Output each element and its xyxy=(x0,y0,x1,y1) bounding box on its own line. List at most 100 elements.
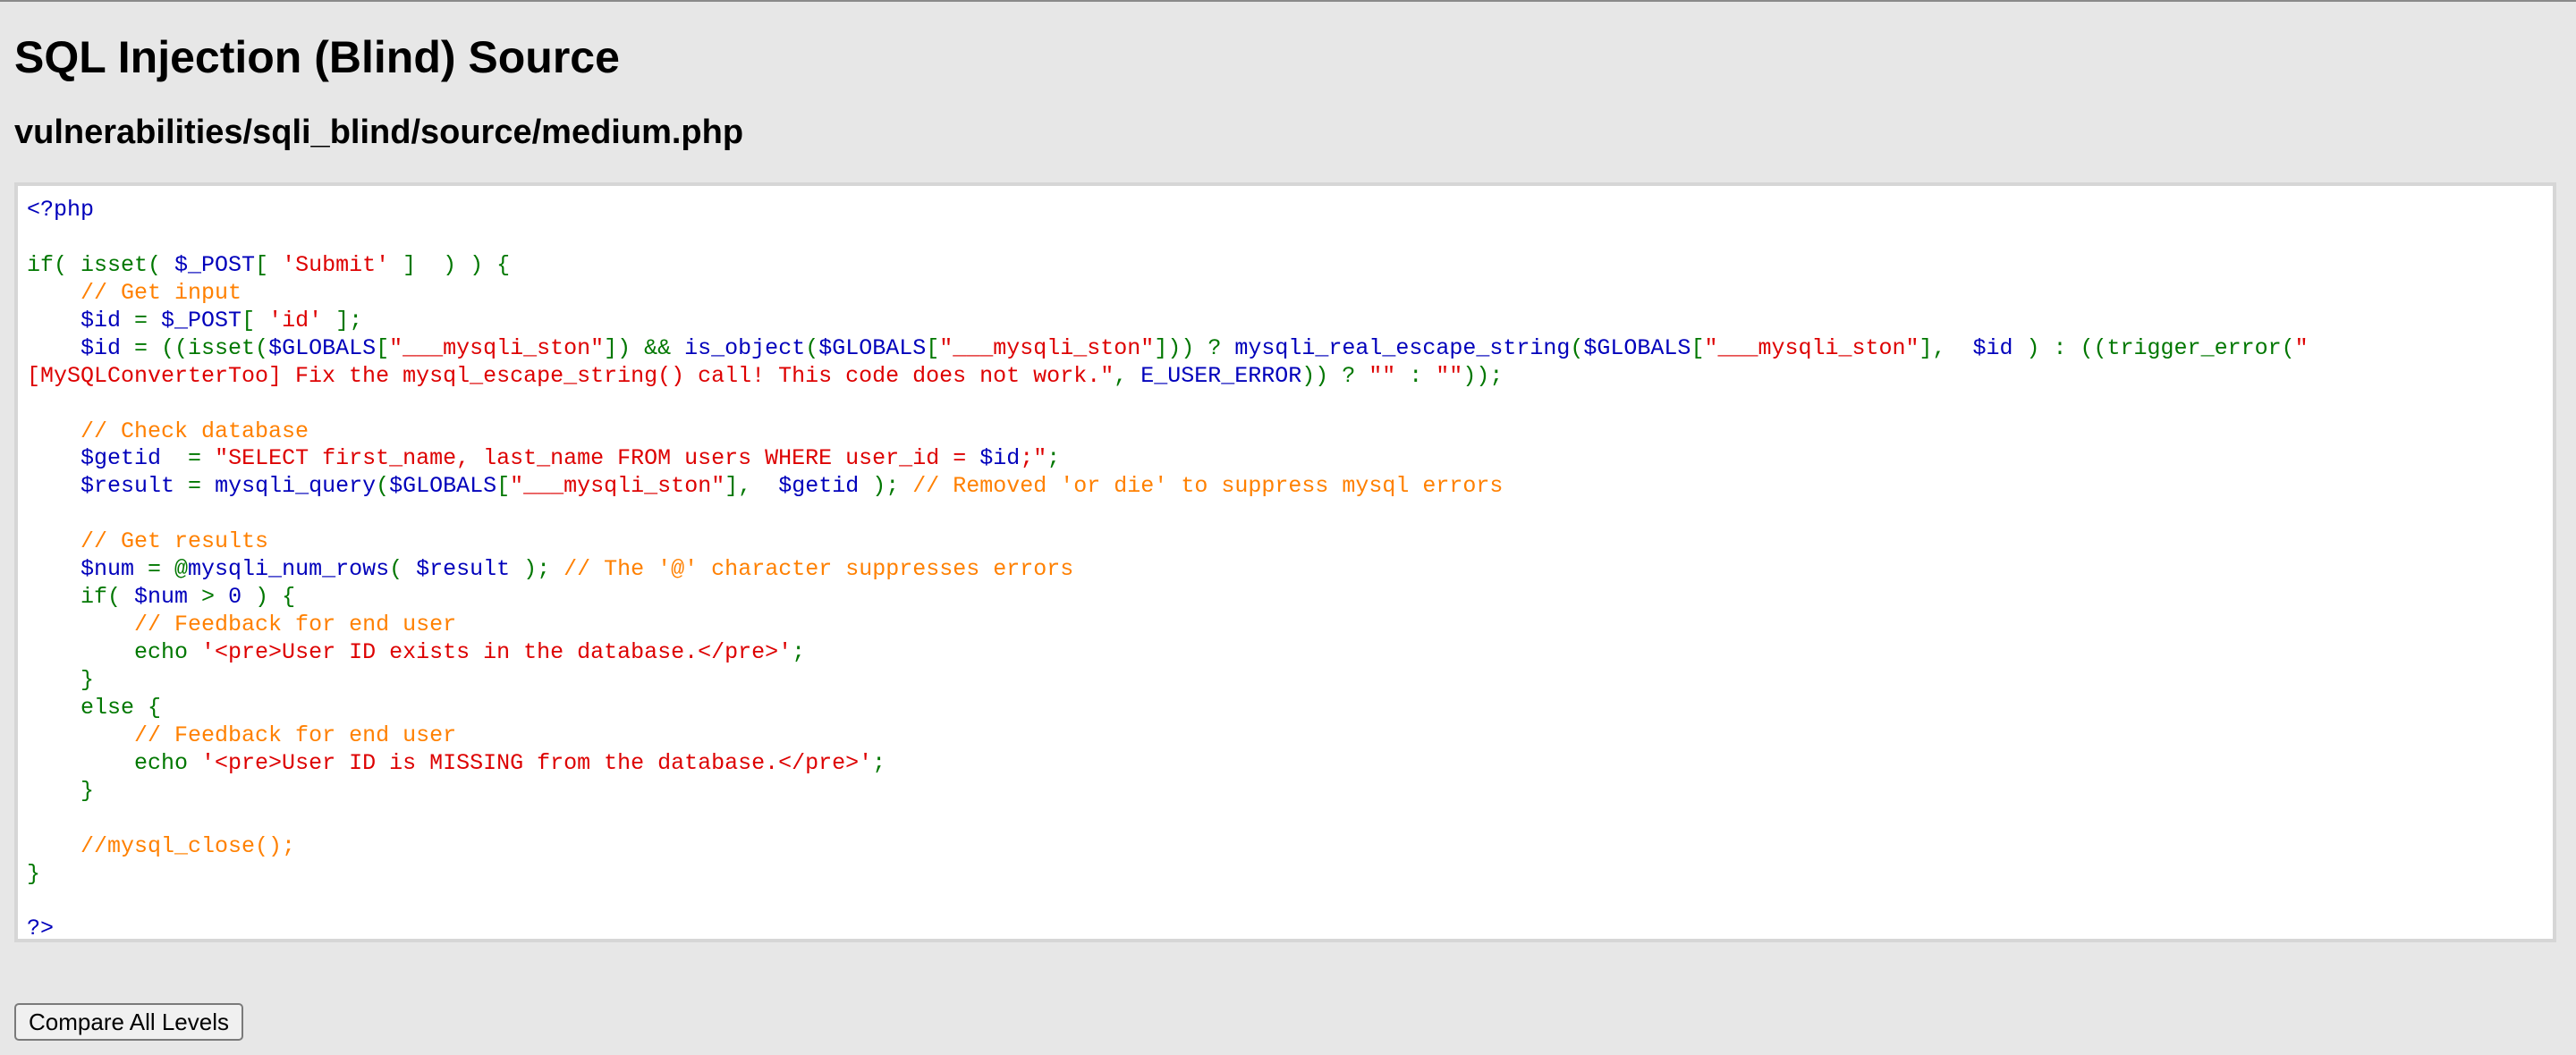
code-identifier: <?php xyxy=(27,197,95,223)
code-line: // Feedback for end user xyxy=(27,722,2544,750)
code-line: } xyxy=(27,667,2544,695)
code-string: '<pre>User ID is MISSING from the databa… xyxy=(201,749,873,776)
code-keyword xyxy=(27,308,80,333)
code-line: } xyxy=(27,778,2544,806)
code-line: // Get results xyxy=(27,528,2544,556)
code-line: if( $num > 0 ) { xyxy=(27,584,2544,612)
code-identifier: $id xyxy=(979,445,1021,472)
code-keyword: } xyxy=(27,860,41,887)
code-line: // Feedback for end user xyxy=(27,612,2544,639)
code-identifier: $getid xyxy=(778,473,873,500)
code-keyword: } xyxy=(27,777,95,804)
code-identifier: $GLOBALS xyxy=(818,334,927,361)
code-keyword: ] ) ) { xyxy=(389,251,511,278)
code-line: <?php xyxy=(27,197,2544,224)
code-line: // Get input xyxy=(27,280,2544,308)
code-keyword: ; xyxy=(1046,445,1061,472)
code-keyword: ) { xyxy=(255,584,296,611)
page-title: SQL Injection (Blind) Source xyxy=(14,32,620,82)
code-keyword xyxy=(27,528,80,554)
code-line: ?> xyxy=(27,916,2544,939)
code-line: echo '<pre>User ID exists in the databas… xyxy=(27,639,2544,667)
code-keyword xyxy=(27,833,80,859)
code-comment: // Feedback for end user xyxy=(134,612,457,638)
code-identifier: $_POST xyxy=(161,307,242,333)
source-file-path: vulnerabilities/sqli_blind/source/medium… xyxy=(14,114,744,151)
code-keyword xyxy=(27,445,80,471)
code-identifier: is_object xyxy=(684,334,806,361)
code-comment: // The '@' character suppresses errors xyxy=(564,556,1074,583)
code-keyword: [ xyxy=(376,334,390,361)
code-keyword: [ xyxy=(496,473,511,500)
code-string: "___mysqli_ston" xyxy=(389,334,605,361)
compare-all-levels-button[interactable]: Compare All Levels xyxy=(14,1003,243,1041)
code-identifier: mysqli_num_rows xyxy=(188,556,390,583)
code-keyword: ); xyxy=(872,473,913,500)
code-identifier: $id xyxy=(1972,334,2027,361)
source-code-panel: <?php if( isset( $_POST[ 'Submit' ] ) ) … xyxy=(14,182,2556,942)
code-string: '<pre>User ID exists in the database.</p… xyxy=(201,639,792,665)
code-line: $result = mysqli_query($GLOBALS["___mysq… xyxy=(27,473,2544,501)
code-line: [MySQLConverterToo] Fix the mysql_escape… xyxy=(27,363,2544,391)
code-keyword: echo xyxy=(27,639,202,665)
code-keyword: [ xyxy=(926,334,940,361)
code-identifier: mysqli_query xyxy=(215,473,377,500)
code-line: $num = @mysqli_num_rows( $result ); // T… xyxy=(27,556,2544,584)
code-keyword: ], xyxy=(1919,334,1973,361)
code-string: "___mysqli_ston" xyxy=(939,334,1155,361)
code-string: [MySQLConverterToo] Fix the mysql_escape… xyxy=(27,362,1114,389)
code-keyword: [ xyxy=(255,251,283,278)
code-keyword: } xyxy=(27,666,95,693)
code-keyword: : xyxy=(1395,362,1436,389)
code-identifier: $id xyxy=(80,307,135,333)
code-line: $id = ((isset($GLOBALS["___mysqli_ston"]… xyxy=(27,335,2544,363)
code-keyword: [ xyxy=(1690,334,1705,361)
code-keyword: ; xyxy=(792,639,806,665)
source-code: <?php if( isset( $_POST[ 'Submit' ] ) ) … xyxy=(27,197,2544,939)
code-string: " xyxy=(2294,334,2309,361)
code-comment: // Feedback for end user xyxy=(134,722,457,748)
code-keyword: ( xyxy=(1570,334,1584,361)
code-line: else { xyxy=(27,695,2544,722)
code-comment: // Get input xyxy=(80,279,242,306)
code-identifier: $result xyxy=(416,556,524,583)
code-keyword: = ((isset( xyxy=(134,334,269,361)
code-keyword xyxy=(27,722,134,748)
code-identifier: E_USER_ERROR xyxy=(1140,362,1302,389)
code-identifier: $id xyxy=(80,334,135,361)
code-string: "___mysqli_ston" xyxy=(510,473,725,500)
code-keyword: = xyxy=(188,473,216,500)
code-identifier: $GLOBALS xyxy=(1583,334,1691,361)
code-keyword: = xyxy=(134,307,162,333)
code-identifier: $result xyxy=(80,473,189,500)
code-identifier: $GLOBALS xyxy=(268,334,377,361)
code-keyword: ; xyxy=(872,749,886,776)
code-keyword: = xyxy=(188,445,216,472)
code-identifier: $GLOBALS xyxy=(389,473,497,500)
code-keyword: else { xyxy=(27,694,162,721)
code-keyword: ( xyxy=(376,473,390,500)
code-keyword: ])) ? xyxy=(1154,334,1235,361)
code-comment: // Get results xyxy=(80,528,269,555)
code-string: "" xyxy=(1436,362,1463,389)
code-identifier: 0 xyxy=(228,584,256,611)
code-identifier: $num xyxy=(80,556,148,583)
code-line: } xyxy=(27,861,2544,889)
code-keyword: = @ xyxy=(148,556,189,583)
code-keyword: ); xyxy=(523,556,564,583)
code-string: ;" xyxy=(1020,445,1047,472)
code-string: "___mysqli_ston" xyxy=(1704,334,1919,361)
code-keyword: > xyxy=(201,584,229,611)
code-identifier: mysqli_real_escape_string xyxy=(1234,334,1571,361)
code-line: //mysql_close(); xyxy=(27,833,2544,861)
code-keyword: ], xyxy=(724,473,779,500)
code-line: if( isset( $_POST[ 'Submit' ] ) ) { xyxy=(27,252,2544,280)
code-keyword xyxy=(27,473,80,499)
code-keyword xyxy=(27,335,80,361)
code-keyword: ( xyxy=(389,556,417,583)
